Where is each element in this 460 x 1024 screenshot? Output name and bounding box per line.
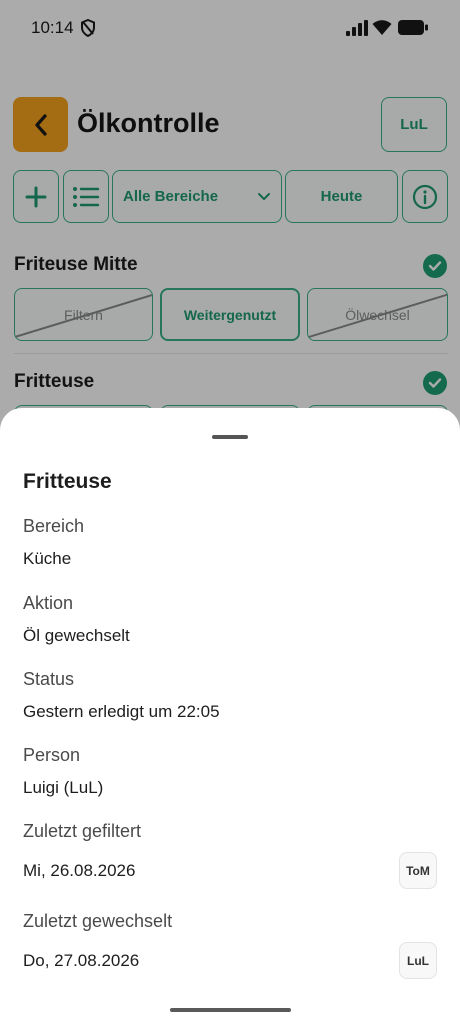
sheet-title: Fritteuse xyxy=(23,470,112,493)
field-label-last-filtered: Zuletzt gefiltert xyxy=(23,821,142,841)
home-indicator[interactable] xyxy=(170,1008,291,1012)
field-value-last-filtered: Mi, 26.08.2026 xyxy=(23,861,136,880)
user-badge-chip: LuL xyxy=(399,942,437,979)
detail-bottom-sheet: Fritteuse Bereich Küche Aktion Öl gewech… xyxy=(0,408,460,1024)
field-value-last-changed: Do, 27.08.2026 xyxy=(23,951,140,970)
field-value-aktion: Öl gewechselt xyxy=(23,626,130,645)
field-label-person: Person xyxy=(23,745,81,765)
user-badge-chip: ToM xyxy=(399,852,437,889)
field-value-person: Luigi (LuL) xyxy=(23,778,104,797)
field-label-status: Status xyxy=(23,669,75,689)
field-label-aktion: Aktion xyxy=(23,593,74,613)
field-label-last-changed: Zuletzt gewechselt xyxy=(23,911,173,931)
sheet-drag-handle[interactable] xyxy=(212,435,248,439)
field-label-bereich: Bereich xyxy=(23,516,85,536)
app-screen: 10:14 Ölkontrolle LuL Alle Bereiche Heut… xyxy=(0,0,460,1024)
field-value-status: Gestern erledigt um 22:05 xyxy=(23,702,220,721)
field-value-bereich: Küche xyxy=(23,549,72,568)
